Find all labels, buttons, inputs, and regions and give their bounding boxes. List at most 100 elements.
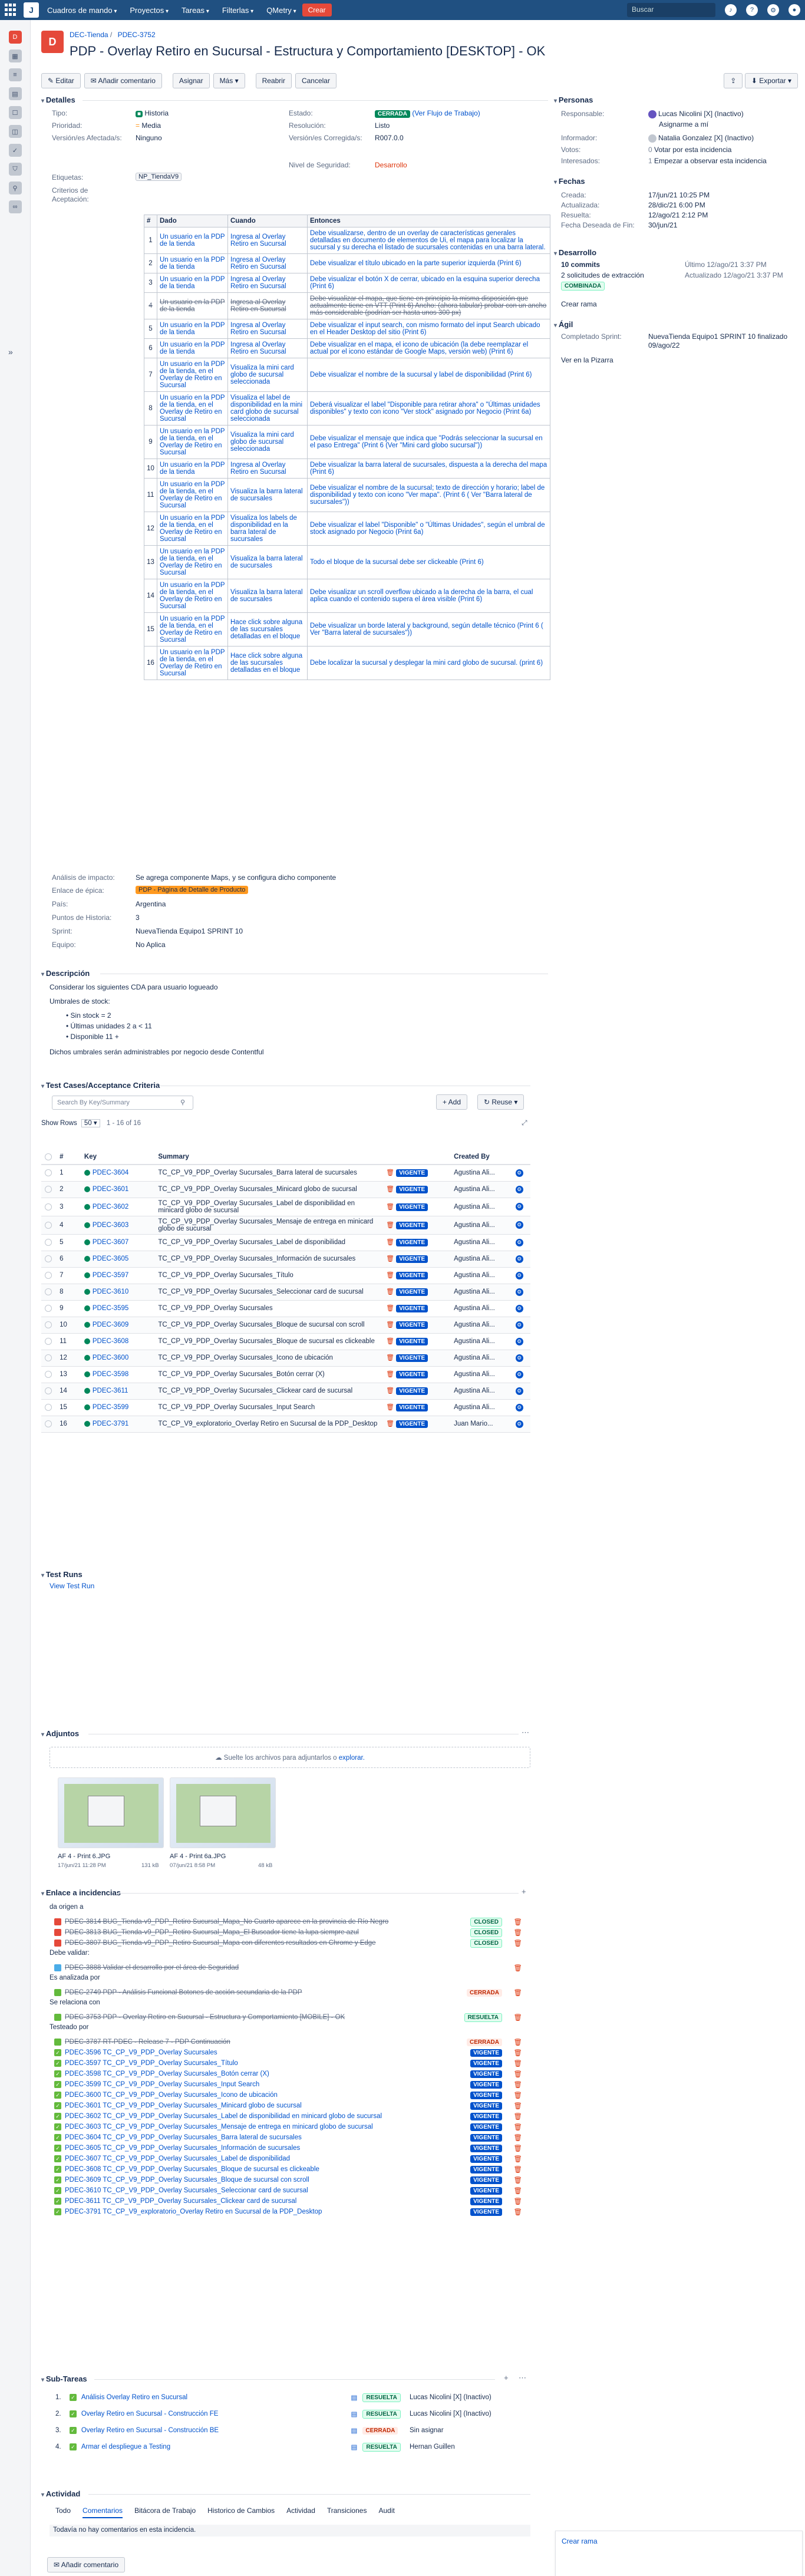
test-key-link[interactable]: PDEC-3597 — [80, 1267, 155, 1284]
row-checkbox[interactable] — [45, 1371, 52, 1378]
trash-icon[interactable]: 🗑 — [386, 1338, 394, 1345]
activity-heading[interactable]: Actividad — [41, 2489, 81, 2498]
row-checkbox[interactable] — [45, 1255, 52, 1263]
releases-icon[interactable]: ⛉ — [8, 163, 22, 176]
trash-icon[interactable]: 🗑 — [386, 1321, 394, 1328]
agile-heading[interactable]: Ágil — [554, 320, 573, 329]
test-runs-heading[interactable]: Test Runs — [41, 1570, 83, 1579]
test-key-link[interactable]: PDEC-3602 — [80, 1198, 155, 1216]
details-heading[interactable]: Detalles — [41, 95, 75, 104]
menu-projects[interactable]: Proyectos — [130, 6, 169, 15]
menu-dashboards[interactable]: Cuadros de mando — [47, 6, 117, 15]
linked-issue-row[interactable]: PDEC-2749 PDP - Análisis Funcional Boton… — [54, 1985, 526, 2000]
menu-qmetry[interactable]: QMetry — [266, 6, 296, 15]
trash-icon[interactable]: 🗑 — [386, 1371, 394, 1378]
linked-issue-link[interactable]: PDEC-3807 BUG_Tienda-v9_PDP_Retiro Sucur… — [65, 1940, 526, 1947]
more-button[interactable]: Más ▾ — [213, 73, 245, 88]
subtask-link[interactable]: Análisis Overlay Retiro en Sucursal — [81, 2394, 351, 2401]
attachment-thumb-2[interactable] — [170, 1777, 276, 1848]
description-heading[interactable]: Descripción — [41, 969, 90, 978]
delete-link-icon[interactable]: 🗑 — [513, 1939, 522, 1947]
edit-button[interactable]: ✎ Editar — [41, 73, 81, 88]
linked-issue-link[interactable]: PDEC-2749 PDP - Análisis Funcional Boton… — [65, 1989, 526, 1996]
test-key-link[interactable]: PDEC-3598 — [80, 1366, 155, 1383]
test-settings-icon[interactable]: ⚙ — [515, 1221, 523, 1229]
test-row[interactable]: 16 PDEC-3791 TC_CP_V9_exploratorio_Overlay… — [41, 1416, 530, 1433]
search-input[interactable]: Buscar — [627, 3, 715, 17]
row-checkbox[interactable] — [45, 1321, 52, 1329]
test-row[interactable]: 12 PDEC-3600 TC_CP_V9_PDP_Overlay Sucursal… — [41, 1350, 530, 1367]
trash-icon[interactable]: 🗑 — [386, 1239, 394, 1246]
test-row[interactable]: 14 PDEC-3611 TC_CP_V9_PDP_Overlay Sucursal… — [41, 1383, 530, 1400]
cancel-button[interactable]: Cancelar — [295, 73, 336, 88]
rows-select[interactable]: 50 ▾ — [81, 1119, 100, 1127]
row-checkbox[interactable] — [45, 1169, 52, 1177]
test-settings-icon[interactable]: ⚙ — [515, 1321, 523, 1329]
trash-icon[interactable]: 🗑 — [386, 1222, 394, 1229]
menu-filters[interactable]: Filterlas — [222, 6, 253, 15]
shortcut-icon[interactable]: ⚲ — [8, 182, 22, 194]
test-row[interactable]: 3 PDEC-3602 TC_CP_V9_PDP_Overlay Sucursale… — [41, 1198, 530, 1216]
row-checkbox[interactable] — [45, 1239, 52, 1246]
attachments-heading[interactable]: Adjuntos — [41, 1729, 79, 1738]
linked-issue-row[interactable]: PDEC-3888 Validar el desarrollo por el á… — [54, 1960, 526, 1975]
row-checkbox[interactable] — [45, 1420, 52, 1428]
test-row[interactable]: 10 PDEC-3609 TC_CP_V9_PDP_Overlay Sucursal… — [41, 1317, 530, 1334]
attachment-name-2[interactable]: AF 4 - Print 6a.JPG — [170, 1853, 226, 1860]
breadcrumb-issue[interactable]: PDEC-3752 — [118, 31, 156, 39]
project-avatar-icon[interactable]: D — [8, 31, 22, 44]
backlog-icon[interactable]: ≡ — [8, 68, 22, 81]
tests-heading[interactable]: Test Cases/Acceptance Criteria — [41, 1081, 160, 1090]
jira-logo-icon[interactable]: J — [24, 2, 39, 18]
votes-value[interactable]: 0 Votar por esta incidencia — [648, 146, 731, 154]
row-checkbox[interactable] — [45, 1186, 52, 1193]
test-row[interactable]: 6 PDEC-3605 TC_CP_V9_PDP_Overlay Sucursale… — [41, 1251, 530, 1268]
commits-link[interactable]: 10 commits — [561, 260, 600, 269]
test-row[interactable]: 7 PDEC-3597 TC_CP_V9_PDP_Overlay Sucursale… — [41, 1267, 530, 1284]
subtask-link[interactable]: Overlay Retiro en Sucursal - Construcció… — [81, 2410, 351, 2417]
view-test-run-link[interactable]: View Test Run — [50, 1582, 94, 1590]
assignee-value[interactable]: Lucas Nicolini [X] (Inactivo) — [648, 110, 744, 118]
test-row[interactable]: 2 PDEC-3601 TC_CP_V9_PDP_Overlay Sucursale… — [41, 1181, 530, 1198]
test-settings-icon[interactable]: ⚙ — [515, 1403, 523, 1411]
subtasks-more-icon[interactable]: ⋯ — [519, 2373, 526, 2383]
subtask-row[interactable]: 4. ✓ Armar el despliegue a Testing ▤ RESUELT… — [55, 2439, 527, 2455]
project-icon[interactable]: D — [41, 31, 64, 53]
add-subtask-icon[interactable]: + — [504, 2373, 509, 2382]
subtask-link[interactable]: Armar el despliegue a Testing — [81, 2443, 351, 2450]
test-settings-icon[interactable]: ⚙ — [515, 1255, 523, 1263]
development-heading[interactable]: Desarrollo — [554, 248, 596, 257]
test-row[interactable]: 11 PDEC-3608 TC_CP_V9_PDP_Overlay Sucursal… — [41, 1333, 530, 1350]
trash-icon[interactable]: 🗑 — [386, 1354, 394, 1361]
issue-title[interactable]: PDP - Overlay Retiro en Sucursal - Estru… — [70, 44, 545, 59]
test-row[interactable]: 5 PDEC-3607 TC_CP_V9_PDP_Overlay Sucursale… — [41, 1234, 530, 1251]
delete-link-icon[interactable]: 🗑 — [513, 2208, 522, 2216]
attachments-more-icon[interactable]: ⋯ — [522, 1728, 529, 1737]
trash-icon[interactable]: 🗑 — [386, 1387, 394, 1394]
trash-icon[interactable]: 🗑 — [386, 1420, 394, 1427]
expand-sidebar-icon[interactable]: » — [8, 347, 13, 357]
issue-links-heading[interactable]: Enlace a incidencias — [41, 1888, 121, 1897]
tab-activity[interactable]: Actividad — [286, 2506, 315, 2518]
linked-issue-link[interactable]: PDEC-3753 PDP - Overlay Retiro en Sucurs… — [65, 2014, 526, 2021]
create-branch-link[interactable]: Crear rama — [561, 300, 597, 308]
fix-version-value[interactable]: R007.0.0 — [375, 134, 404, 142]
test-key-link[interactable]: PDEC-3608 — [80, 1333, 155, 1350]
subtask-link[interactable]: Overlay Retiro en Sucursal - Construcció… — [81, 2427, 351, 2434]
test-settings-icon[interactable]: ⚙ — [515, 1271, 523, 1279]
breadcrumb-project[interactable]: DEC-Tienda — [70, 31, 108, 39]
delete-link-icon[interactable]: 🗑 — [513, 2013, 522, 2021]
test-key-link[interactable]: PDEC-3603 — [80, 1216, 155, 1235]
linked-issue-link[interactable]: PDEC-3888 Validar el desarrollo por el á… — [65, 1964, 526, 1971]
app-switcher-icon[interactable] — [5, 4, 18, 17]
test-settings-icon[interactable]: ⚙ — [515, 1420, 523, 1428]
create-button[interactable]: Crear — [302, 4, 332, 17]
watchers-value[interactable]: 1 Empezar a observar esta incidencia — [648, 157, 767, 165]
test-settings-icon[interactable]: ⚙ — [515, 1387, 523, 1395]
row-checkbox[interactable] — [45, 1354, 52, 1362]
row-checkbox[interactable] — [45, 1272, 52, 1279]
tab-worklog[interactable]: Bitácora de Trabajo — [134, 2506, 196, 2518]
linked-issue-link[interactable]: PDEC-3791 TC_CP_V9_exploratorio_Overlay … — [65, 2208, 526, 2215]
test-settings-icon[interactable]: ⚙ — [515, 1337, 523, 1345]
pull-requests-link[interactable]: 2 solicitudes de extracción — [561, 271, 644, 279]
